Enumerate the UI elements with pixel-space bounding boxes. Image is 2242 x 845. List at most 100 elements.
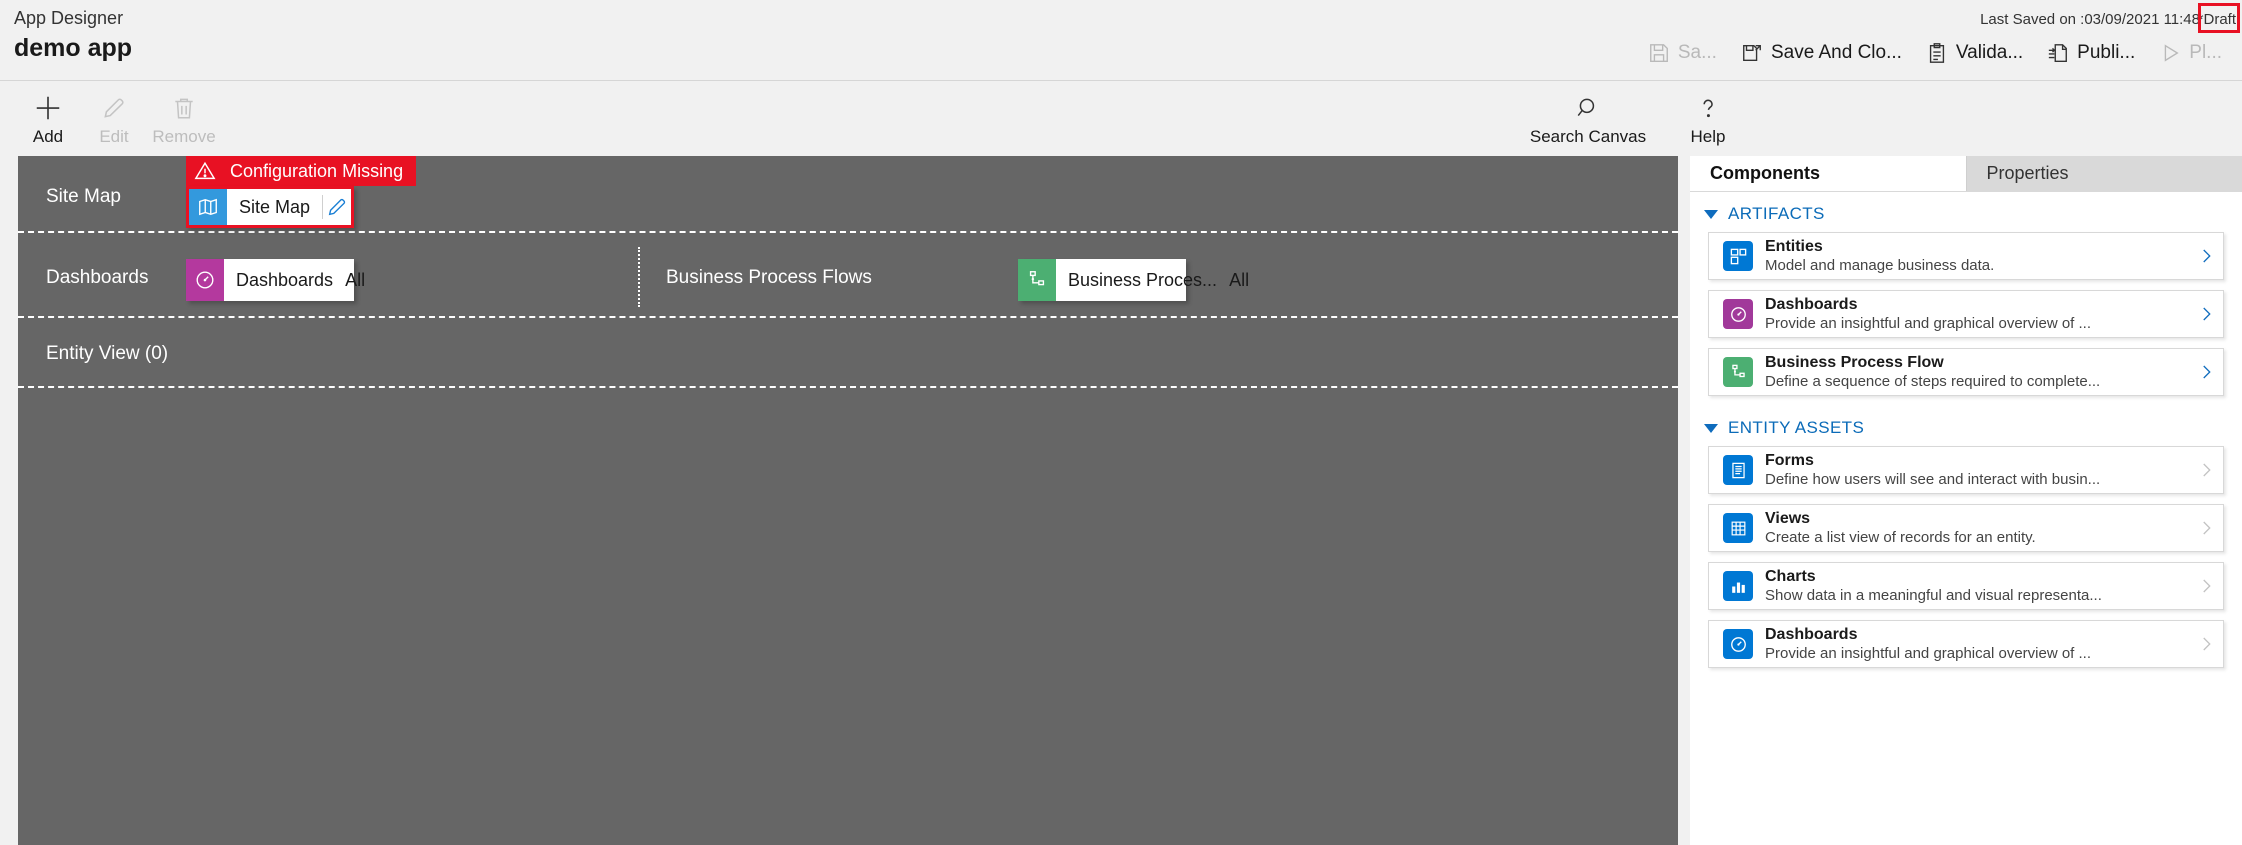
configuration-missing-text: Configuration Missing: [230, 160, 404, 181]
dashboards-tile[interactable]: Dashboards All: [186, 259, 365, 301]
canvas-row-dashboards: Dashboards Dashboards All Business Proce…: [18, 233, 1678, 318]
card-text: Business Process Flow Define a sequence …: [1765, 353, 2189, 391]
publish-label: Publi...: [2077, 42, 2136, 63]
configuration-missing-banner: Configuration Missing: [186, 156, 416, 186]
publish-icon: [2047, 42, 2069, 64]
card-description: Provide an insightful and graphical over…: [1765, 645, 2092, 662]
search-canvas-label: Search Canvas: [1529, 127, 1647, 146]
chevron-right-icon[interactable]: [2189, 635, 2223, 653]
chevron-down-icon: [1704, 423, 1718, 433]
app-canvas: Site Map Configuration Missing Site Map: [18, 156, 1678, 845]
remove-button[interactable]: Remove: [136, 91, 232, 147]
dashboards-row-label: Dashboards: [46, 267, 149, 288]
tab-components[interactable]: Components: [1690, 156, 1967, 191]
tab-properties[interactable]: Properties: [1966, 156, 2242, 191]
group-artifacts-label: ARTIFACTS: [1728, 204, 1825, 223]
validate-icon: [1926, 42, 1948, 64]
component-card-dashboards-artifacts[interactable]: Dashboards Provide an insightful and gra…: [1708, 290, 2224, 338]
process-flow-icon: [1723, 357, 1753, 387]
chevron-right-icon[interactable]: [2189, 519, 2223, 537]
header: App Designer demo app Last Saved on :03/…: [0, 0, 2242, 80]
card-text: Forms Define how users will see and inte…: [1765, 451, 2189, 489]
card-title: Charts: [1765, 568, 1816, 585]
business-process-flows-row-label: Business Process Flows: [666, 267, 872, 288]
canvas-column-divider: [638, 247, 640, 307]
play-button[interactable]: Pl...: [2147, 38, 2234, 68]
save-icon: [1648, 42, 1670, 64]
play-icon: [2159, 42, 2181, 64]
validate-label: Valida...: [1955, 42, 2024, 63]
card-description: Define a sequence of steps required to c…: [1765, 373, 2101, 390]
component-card-business-process-flow[interactable]: Business Process Flow Define a sequence …: [1708, 348, 2224, 396]
group-header-artifacts[interactable]: ARTIFACTS: [1690, 192, 2242, 232]
card-title: Views: [1765, 510, 1811, 527]
components-panel: Components Properties ARTIFACTS Entities…: [1690, 156, 2242, 845]
card-text: Entities Model and manage business data.: [1765, 237, 2189, 275]
chevron-right-icon[interactable]: [2189, 363, 2223, 381]
app-designer-window: App Designer demo app Last Saved on :03/…: [0, 0, 2242, 845]
dashboard-gauge-icon: [186, 259, 224, 301]
card-text: Dashboards Provide an insightful and gra…: [1765, 625, 2189, 663]
site-map-tile-label: Site Map: [239, 196, 311, 217]
save-button[interactable]: Sa...: [1636, 38, 1729, 68]
component-card-entities[interactable]: Entities Model and manage business data.: [1708, 232, 2224, 280]
save-and-close-label: Save And Clo...: [1770, 42, 1902, 63]
tab-components-label: Components: [1710, 163, 1820, 183]
entities-icon: [1723, 241, 1753, 271]
save-and-close-icon: [1741, 42, 1763, 64]
site-map-edit-button[interactable]: [323, 189, 351, 225]
save-label: Sa...: [1677, 42, 1717, 63]
dashboards-tile-label: Dashboards: [236, 269, 334, 290]
search-canvas-button[interactable]: Search Canvas: [1518, 91, 1658, 147]
component-card-forms[interactable]: Forms Define how users will see and inte…: [1708, 446, 2224, 494]
warning-triangle-icon: [186, 160, 224, 182]
help-button[interactable]: Help: [1668, 91, 1748, 147]
play-label: Pl...: [2189, 42, 2222, 63]
card-title: Dashboards: [1765, 296, 1858, 313]
card-title: Entities: [1765, 238, 1823, 255]
publish-button[interactable]: Publi...: [2035, 38, 2147, 68]
canvas-row-site-map: Site Map Configuration Missing Site Map: [18, 156, 1678, 233]
card-title: Dashboards: [1765, 626, 1858, 643]
business-process-flow-tile[interactable]: Business Proces... All: [1018, 259, 1249, 301]
card-text: Charts Show data in a meaningful and vis…: [1765, 567, 2189, 605]
chevron-right-icon[interactable]: [2189, 461, 2223, 479]
save-and-close-button[interactable]: Save And Clo...: [1729, 38, 1914, 68]
card-description: Define how users will see and interact w…: [1765, 471, 2101, 488]
draft-status-highlight: [2198, 3, 2240, 33]
group-header-entity-assets[interactable]: ENTITY ASSETS: [1690, 406, 2242, 446]
canvas-toolbar: Add Edit Remove Search Canvas Help: [0, 80, 2242, 156]
business-process-flow-tile-all[interactable]: All: [1229, 259, 1249, 301]
chevron-right-icon[interactable]: [2189, 247, 2223, 265]
dashboard-gauge-icon: [1723, 629, 1753, 659]
component-card-views[interactable]: Views Create a list view of records for …: [1708, 504, 2224, 552]
last-saved-text: Last Saved on :03/09/2021 11:48: [1980, 11, 2200, 28]
panel-tabs: Components Properties: [1690, 156, 2242, 192]
charts-bar-icon: [1723, 571, 1753, 601]
remove-label: Remove: [152, 127, 216, 146]
card-text: Dashboards Provide an insightful and gra…: [1765, 295, 2189, 333]
site-map-tile[interactable]: Site Map: [186, 186, 354, 228]
component-card-dashboards-entity-assets[interactable]: Dashboards Provide an insightful and gra…: [1708, 620, 2224, 668]
dashboards-tile-all[interactable]: All: [345, 259, 365, 301]
validate-button[interactable]: Valida...: [1914, 38, 2035, 68]
question-icon: [1668, 91, 1748, 125]
chevron-right-icon[interactable]: [2189, 577, 2223, 595]
map-icon: [189, 189, 227, 225]
process-flow-icon: [1018, 259, 1056, 301]
pencil-icon: [328, 198, 346, 216]
site-map-row-label: Site Map: [46, 186, 121, 207]
card-text: Views Create a list view of records for …: [1765, 509, 2189, 547]
card-description: Create a list view of records for an ent…: [1765, 529, 2036, 546]
trash-icon: [136, 91, 232, 125]
card-description: Model and manage business data.: [1765, 257, 1995, 274]
chevron-right-icon[interactable]: [2189, 305, 2223, 323]
component-card-charts[interactable]: Charts Show data in a meaningful and vis…: [1708, 562, 2224, 610]
page-title: demo app: [14, 34, 133, 62]
forms-icon: [1723, 455, 1753, 485]
canvas-empty-area[interactable]: [18, 388, 1678, 845]
group-entity-assets-label: ENTITY ASSETS: [1728, 418, 1865, 437]
entity-view-row-label: Entity View (0): [46, 343, 169, 364]
views-grid-icon: [1723, 513, 1753, 543]
app-designer-subtitle: App Designer: [14, 8, 124, 28]
